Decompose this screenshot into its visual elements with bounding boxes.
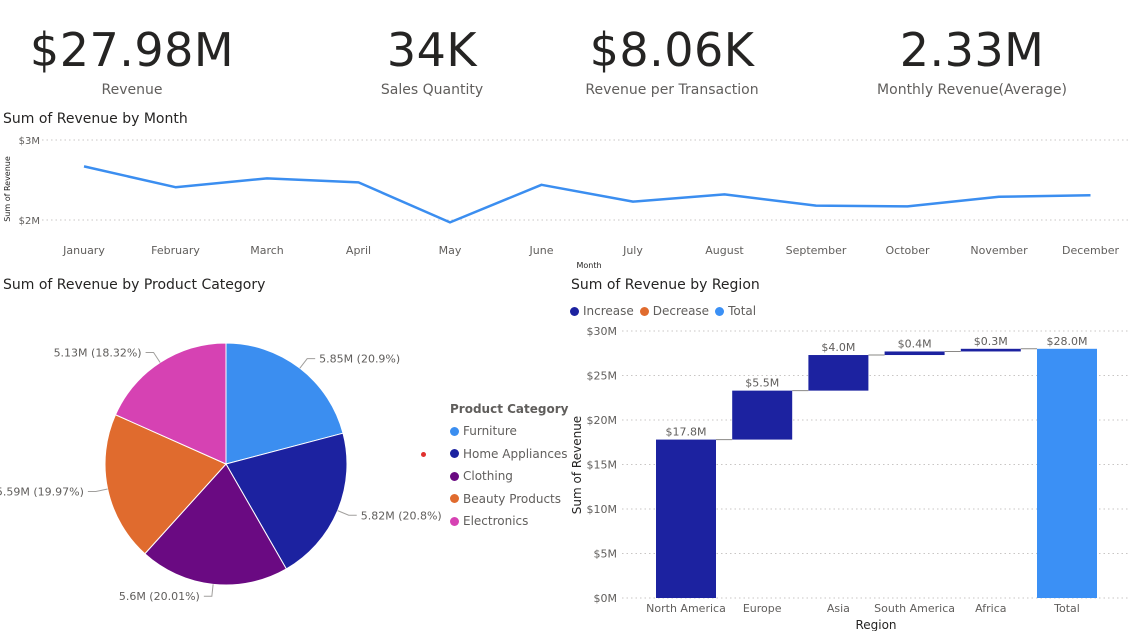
- waterfall-bar: [732, 390, 793, 440]
- y-tick-label: $20M: [587, 414, 618, 427]
- waterfall-bar: [808, 355, 869, 391]
- legend-label: Total: [728, 304, 757, 318]
- waterfall-legend: Increase Decrease Total: [570, 303, 762, 319]
- x-axis-title: Region: [855, 618, 896, 631]
- kpi-label: Monthly Revenue(Average): [877, 82, 1067, 98]
- y-tick-label: $2M: [19, 216, 40, 227]
- waterfall-bar: [884, 351, 945, 356]
- kpi-value: $8.06K: [589, 23, 755, 77]
- kpi-value: 2.33M: [899, 23, 1045, 77]
- waterfall-bar: [656, 439, 716, 598]
- legend-dot-icon: [450, 494, 459, 504]
- kpi-revenue[interactable]: $27.98M Revenue: [22, 22, 242, 100]
- y-tick-label: $15M: [587, 459, 618, 472]
- legend-dot-icon: [450, 426, 459, 436]
- revenue-by-month-line-chart[interactable]: $2M $3M January February March April May June Ju…: [0, 112, 1130, 272]
- x-tick-label: December: [1062, 244, 1120, 257]
- kpi-sales-quantity[interactable]: 34K Sales Quantity: [332, 22, 532, 100]
- bar-data-label: $0.3M: [974, 335, 1008, 348]
- x-tick-label: March: [250, 244, 284, 257]
- leader-line: [145, 351, 161, 363]
- legend-dot-icon: [450, 471, 459, 481]
- waterfall-chart-title: Sum of Revenue by Region: [571, 277, 760, 293]
- legend-label: Furniture: [463, 424, 517, 439]
- legend-dot-icon: [450, 516, 459, 526]
- leader-line: [337, 510, 357, 516]
- x-tick-label: October: [885, 244, 929, 257]
- legend-item-electronics[interactable]: Electronics: [450, 510, 568, 533]
- leader-line: [203, 584, 214, 597]
- y-axis-title: Sum of Revenue: [3, 156, 12, 222]
- pie-legend: Product Category Furniture Home Applianc…: [450, 402, 568, 533]
- x-tick-label: January: [62, 244, 105, 257]
- stray-red-dot: [421, 452, 426, 457]
- x-tick-label: Asia: [827, 602, 850, 615]
- x-tick-label: May: [439, 244, 462, 257]
- kpi-monthly-revenue-average[interactable]: 2.33M Monthly Revenue(Average): [862, 22, 1082, 100]
- bar-data-label: $17.8M: [666, 426, 707, 439]
- pie-legend-title: Product Category: [450, 402, 569, 416]
- legend-dot-icon: [639, 306, 649, 316]
- bar-data-label: $0.4M: [898, 337, 932, 350]
- kpi-revenue-per-transaction[interactable]: $8.06K Revenue per Transaction: [572, 22, 772, 100]
- bar-data-label: $28.0M: [1047, 335, 1088, 348]
- x-tick-label: Total: [1053, 602, 1080, 615]
- x-tick-label: North America: [646, 602, 726, 615]
- legend-item-furniture[interactable]: Furniture: [450, 420, 568, 443]
- legend-item-clothing[interactable]: Clothing: [450, 465, 568, 488]
- legend-item-total[interactable]: Total: [715, 303, 756, 319]
- legend-dot-icon: [570, 306, 579, 316]
- legend-item-beauty-products[interactable]: Beauty Products: [450, 488, 568, 511]
- slice-data-label: 5.59M (19.97%): [0, 485, 84, 498]
- legend-dot-icon: [450, 449, 459, 459]
- y-tick-label: $10M: [587, 503, 618, 516]
- legend-label: Decrease: [652, 304, 710, 318]
- slice-data-label: 5.82M (20.8%): [361, 509, 442, 522]
- x-tick-label: July: [622, 244, 643, 257]
- leader-line: [87, 488, 108, 492]
- legend-dot-icon: [715, 306, 725, 316]
- leader-line: [299, 358, 316, 369]
- x-tick-label: April: [346, 244, 371, 257]
- revenue-series-line: [83, 165, 1091, 224]
- y-tick-label: $0M: [594, 592, 618, 605]
- slice-data-label: 5.6M (20.01%): [119, 590, 200, 603]
- bar-data-label: $5.5M: [745, 377, 779, 390]
- x-tick-label: South America: [874, 602, 955, 615]
- x-tick-label: September: [786, 244, 847, 257]
- x-tick-label: Europe: [743, 602, 782, 615]
- y-axis-title: Sum of Revenue: [570, 416, 584, 514]
- x-tick-label: February: [151, 244, 200, 257]
- x-tick-label: November: [970, 244, 1028, 257]
- legend-label: Clothing: [463, 469, 513, 484]
- x-axis-title: Month: [576, 261, 601, 270]
- legend-item-decrease[interactable]: Decrease: [639, 303, 710, 319]
- kpi-value: $27.98M: [29, 23, 235, 77]
- kpi-value: 34K: [386, 23, 478, 77]
- legend-label: Beauty Products: [463, 491, 562, 506]
- y-tick-label: $25M: [587, 370, 618, 383]
- waterfall-bar: [1037, 348, 1097, 598]
- slice-data-label: 5.13M (18.32%): [54, 346, 142, 359]
- pie-chart-title: Sum of Revenue by Product Category: [3, 277, 266, 293]
- slice-data-label: 5.85M (20.9%): [319, 353, 400, 366]
- legend-label: Home Appliances: [463, 446, 568, 461]
- legend-item-increase[interactable]: Increase: [570, 303, 634, 319]
- kpi-label: Revenue: [101, 82, 163, 98]
- y-tick-label: $3M: [19, 136, 40, 147]
- x-tick-label: June: [529, 244, 554, 257]
- legend-item-home-appliances[interactable]: Home Appliances: [450, 443, 568, 466]
- revenue-by-region-waterfall-chart[interactable]: $0M $5M $10M $15M $20M $25M $30M $17.8M North Am…: [560, 320, 1130, 631]
- kpi-label: Sales Quantity: [380, 82, 484, 98]
- legend-label: Electronics: [463, 514, 529, 529]
- kpi-label: Revenue per Transaction: [585, 82, 759, 98]
- y-tick-label: $30M: [587, 325, 618, 338]
- x-tick-label: August: [705, 244, 744, 257]
- y-tick-label: $5M: [594, 548, 618, 561]
- x-tick-label: Africa: [975, 602, 1006, 615]
- waterfall-bar: [960, 348, 1021, 352]
- bar-data-label: $4.0M: [821, 341, 855, 354]
- legend-label: Increase: [583, 304, 634, 318]
